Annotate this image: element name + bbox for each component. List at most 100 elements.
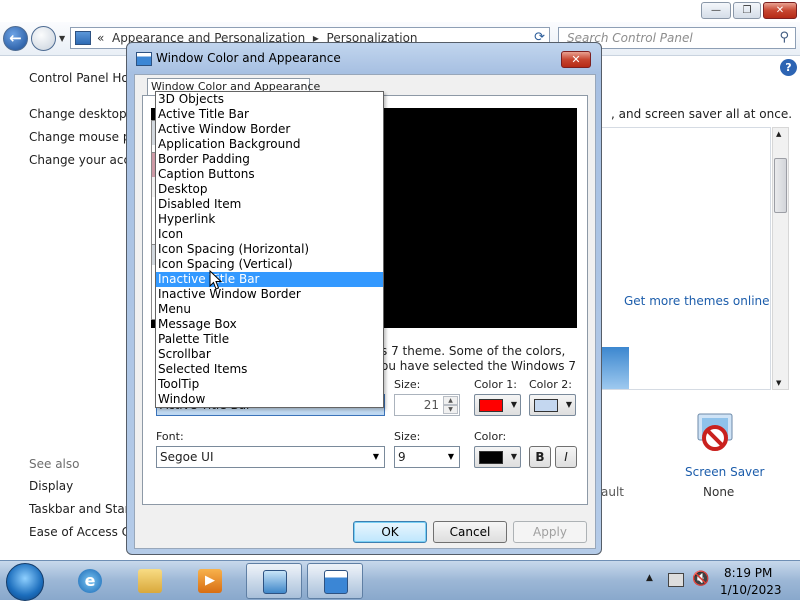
font-label: Font:	[156, 430, 184, 443]
font-select[interactable]: Segoe UI ▼	[156, 446, 385, 468]
show-hidden-icons-icon[interactable]: ▲	[646, 573, 653, 583]
color2-label: Color 2:	[529, 378, 572, 391]
scroll-up-icon[interactable]: ▲	[776, 130, 781, 138]
list-item[interactable]: Menu	[156, 302, 383, 317]
item-size-stepper[interactable]: 21 ▲ ▼	[394, 394, 460, 416]
personalization-description: , and screen saver all at once.	[611, 107, 793, 121]
description-line: ou have selected the Windows 7	[381, 359, 577, 373]
stepper-down-icon[interactable]: ▼	[443, 405, 458, 414]
dialog-close-button[interactable]: ✕	[561, 51, 591, 68]
color1-button[interactable]: ▼	[474, 394, 521, 416]
screen-saver-value: None	[703, 485, 735, 499]
color2-swatch	[534, 399, 558, 412]
mouse-cursor-icon	[209, 270, 222, 290]
list-item[interactable]: Active Title Bar	[156, 107, 383, 122]
themes-scrollbar[interactable]: ▲ ▼	[772, 127, 789, 390]
help-icon[interactable]: ?	[780, 59, 797, 76]
italic-button[interactable]: I	[555, 446, 577, 468]
clock-date[interactable]: 1/10/2023	[720, 583, 782, 597]
volume-muted-icon[interactable]: 🔇	[692, 571, 709, 587]
clock-time[interactable]: 8:19 PM	[724, 566, 772, 580]
font-color-swatch	[479, 451, 503, 464]
cancel-button[interactable]: Cancel	[433, 521, 507, 543]
recent-pages-chevron-icon[interactable]: ▼	[59, 34, 65, 43]
list-item[interactable]: 3D Objects	[156, 92, 383, 107]
font-size-value: 9	[398, 450, 406, 464]
font-color-label: Color:	[474, 430, 507, 443]
chevron-down-icon[interactable]: ▼	[566, 395, 572, 415]
taskbar-app[interactable]	[122, 563, 178, 599]
list-item[interactable]: Window	[156, 392, 383, 407]
list-item[interactable]: Icon Spacing (Vertical)	[156, 257, 383, 272]
list-item[interactable]: Desktop	[156, 182, 383, 197]
taskbar: e ▶ ▲ 🔇	[0, 560, 800, 601]
chevron-down-icon[interactable]: ▼	[443, 447, 459, 467]
scroll-down-icon[interactable]: ▼	[776, 379, 781, 387]
partial-label: ault	[601, 485, 624, 499]
internet-explorer-icon: e	[78, 569, 102, 593]
list-item[interactable]: Disabled Item	[156, 197, 383, 212]
list-item[interactable]: ToolTip	[156, 377, 383, 392]
chevron-down-icon[interactable]: ▼	[511, 395, 517, 415]
description-line: s 7 theme. Some of the colors,	[381, 344, 566, 358]
ok-button[interactable]: OK	[353, 521, 427, 543]
minimize-button[interactable]: —	[701, 2, 731, 19]
taskbar-app[interactable]: e	[62, 563, 118, 599]
list-item[interactable]: Scrollbar	[156, 347, 383, 362]
apply-button[interactable]: Apply	[513, 521, 587, 543]
item-size-value: 21	[423, 398, 439, 412]
list-item[interactable]: Message Box	[156, 317, 383, 332]
color1-swatch	[479, 399, 503, 412]
see-also-heading: See also	[29, 457, 80, 471]
list-item[interactable]: Hyperlink	[156, 212, 383, 227]
sidebar-link[interactable]: Change mouse po	[29, 130, 138, 144]
list-item[interactable]: Icon Spacing (Horizontal)	[156, 242, 383, 257]
forward-button[interactable]	[31, 26, 56, 51]
font-color-button[interactable]: ▼	[474, 446, 521, 468]
media-player-icon: ▶	[198, 569, 222, 593]
breadcrumb-overflow[interactable]: «	[97, 31, 104, 45]
get-more-themes-link[interactable]: Get more themes online	[624, 294, 770, 308]
close-button[interactable]: ✕	[763, 2, 797, 19]
control-panel-icon	[75, 31, 91, 45]
sidebar-link[interactable]: Change your acco	[29, 153, 137, 167]
item-dropdown-list[interactable]: 3D Objects Active Title Bar Active Window …	[155, 91, 384, 408]
screen-saver-icon[interactable]	[692, 410, 738, 456]
bold-button[interactable]: B	[529, 446, 551, 468]
list-item[interactable]: Caption Buttons	[156, 167, 383, 182]
scrollbar-thumb[interactable]	[774, 158, 787, 213]
list-item[interactable]: Selected Items	[156, 362, 383, 377]
chevron-down-icon[interactable]: ▼	[511, 447, 517, 467]
list-item[interactable]: Application Background	[156, 137, 383, 152]
taskbar-app[interactable]	[246, 563, 302, 599]
font-size-select[interactable]: 9 ▼	[394, 446, 460, 468]
list-item[interactable]: Active Window Border	[156, 122, 383, 137]
stepper-up-icon[interactable]: ▲	[443, 396, 458, 405]
list-item[interactable]: Icon	[156, 227, 383, 242]
sidebar: Control Panel Hom Change desktop ic Chan…	[0, 57, 149, 560]
list-item[interactable]: Border Padding	[156, 152, 383, 167]
dialog-title: Window Color and Appearance	[156, 51, 341, 65]
screen-saver-link[interactable]: Screen Saver	[685, 465, 764, 479]
sidebar-link[interactable]: Change desktop ic	[29, 107, 140, 121]
search-icon[interactable]: ⚲	[779, 30, 789, 45]
list-item[interactable]: Inactive Window Border	[156, 287, 383, 302]
theme-description: s 7 theme. Some of the colors, ou have s…	[381, 344, 576, 374]
see-also-link[interactable]: Display	[29, 479, 73, 493]
taskbar-app[interactable]	[307, 563, 363, 599]
list-item[interactable]: Palette Title	[156, 332, 383, 347]
taskbar-app[interactable]: ▶	[182, 563, 238, 599]
maximize-button[interactable]: ❐	[733, 2, 761, 19]
color1-label: Color 1:	[474, 378, 517, 391]
size-label: Size:	[394, 378, 421, 391]
control-panel-titlebar: — ❐ ✕	[0, 0, 800, 22]
network-icon[interactable]	[668, 573, 684, 587]
list-item[interactable]: Inactive Title Bar	[156, 272, 383, 287]
chevron-down-icon[interactable]: ▼	[368, 447, 384, 467]
back-button[interactable]: ←	[3, 26, 28, 51]
color2-button[interactable]: ▼	[529, 394, 576, 416]
theme-thumbnail[interactable]	[601, 347, 629, 389]
start-button[interactable]	[6, 563, 44, 601]
window-color-icon	[136, 52, 152, 66]
control-panel-home-link[interactable]: Control Panel Hom	[29, 71, 140, 85]
